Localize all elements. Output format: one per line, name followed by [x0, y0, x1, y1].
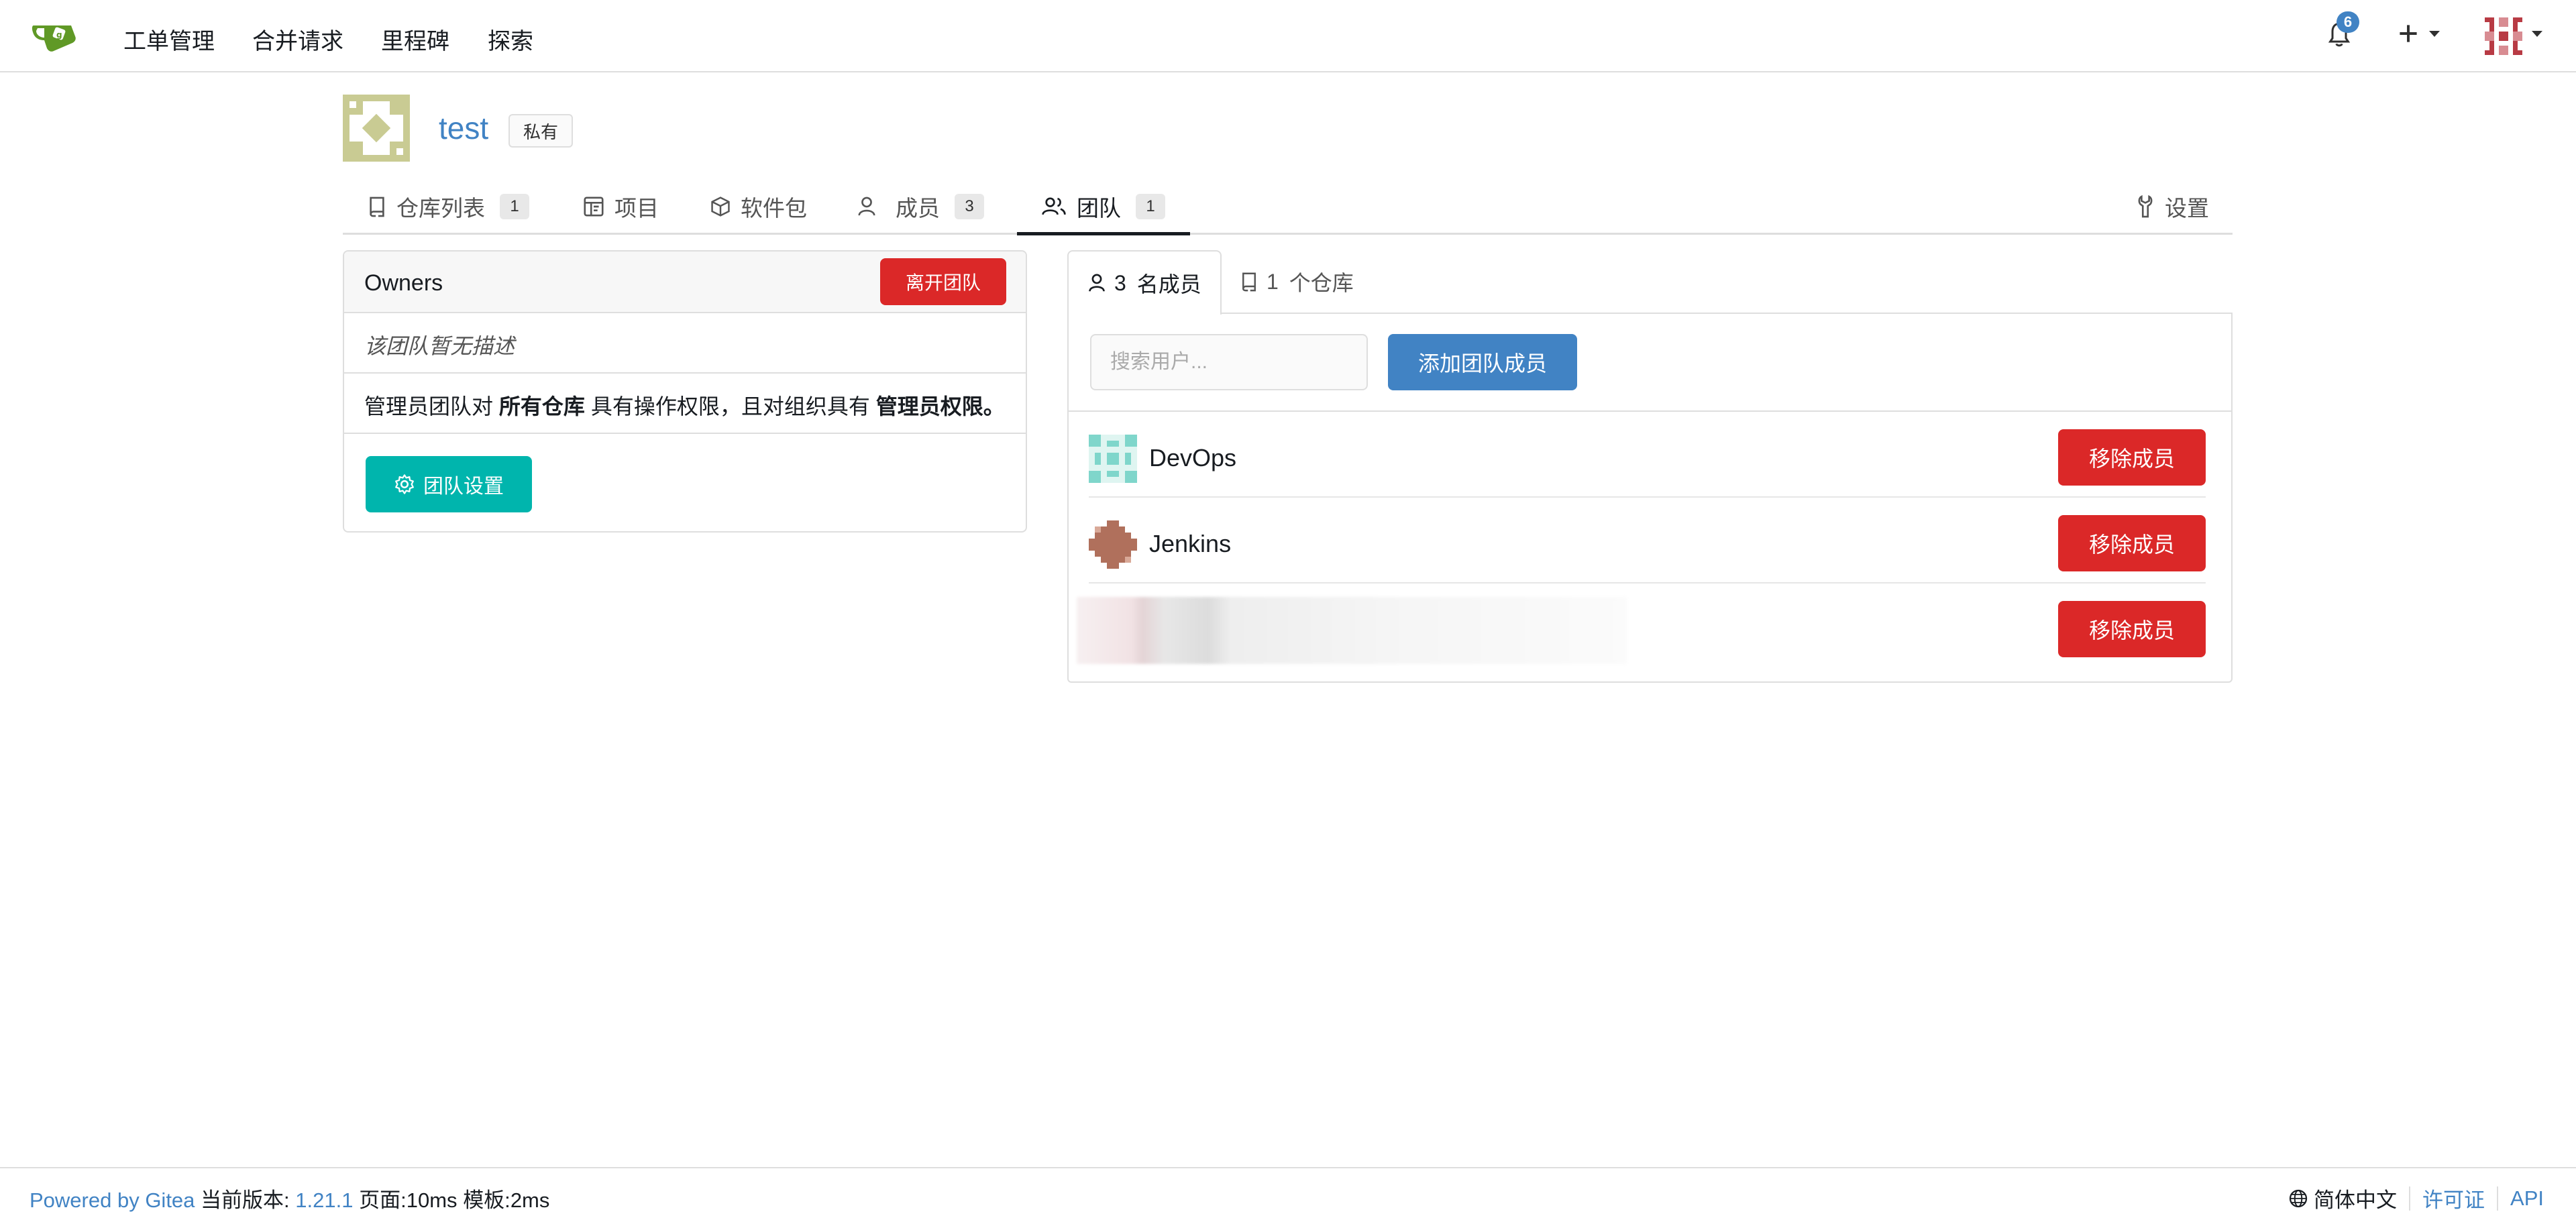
api-link[interactable]: API [2510, 1186, 2544, 1211]
template-time: 2ms [510, 1188, 550, 1212]
footer: Powered by Gitea 当前版本: 1.21.1 页面:10ms 模板… [0, 1167, 2576, 1222]
plus-icon[interactable] [2396, 21, 2420, 46]
team-name: Owners [364, 270, 443, 296]
leave-team-button[interactable]: 离开团队 [880, 258, 1006, 305]
member-row: 移除成员 [1077, 584, 2206, 669]
tab-team-members[interactable]: 3 名成员 [1067, 250, 1222, 315]
create-chevron-down-icon[interactable] [2429, 31, 2440, 37]
gear-icon [395, 474, 414, 494]
tab-label: 项目 [614, 196, 659, 221]
org-avatar [343, 95, 410, 162]
people-icon [1042, 197, 1066, 215]
perm-admin: 管理员权限。 [875, 394, 1005, 419]
team-panel-header: Owners 离开团队 [344, 252, 1026, 313]
org-name[interactable]: test [439, 110, 488, 146]
license-link[interactable]: 许可证 [2422, 1183, 2485, 1213]
tab-repositories[interactable]: 仓库列表 1 [367, 178, 529, 235]
footer-right: 简体中文 许可证 API [2288, 1183, 2544, 1213]
members-tab-label: 名成员 [1136, 272, 1201, 296]
tab-teams[interactable]: 团队 1 [1040, 178, 1165, 235]
language-selector[interactable]: 简体中文 [2314, 1183, 2397, 1213]
user-avatar[interactable] [2485, 17, 2522, 55]
team-settings-button[interactable]: 团队设置 [366, 456, 532, 512]
page-time: 10ms [406, 1188, 458, 1212]
team-description-row: 该团队暂无描述 [344, 313, 1026, 374]
team-permission-text: 管理员团队对 所有仓库 具有操作权限，且对组织具有 管理员权限。 [364, 390, 1005, 421]
member-avatar[interactable] [1089, 520, 1137, 569]
team-settings-label: 团队设置 [423, 476, 504, 498]
separator [2409, 1186, 2411, 1211]
team-info-panel: Owners 离开团队 该团队暂无描述 管理员团队对 所有仓库 具有操作权限，且… [343, 250, 1027, 533]
repo-icon [1242, 272, 1256, 292]
remove-member-button[interactable]: 移除成员 [2058, 515, 2206, 571]
tab-projects[interactable]: 项目 [582, 178, 659, 235]
active-tab-indicator [1017, 232, 1190, 235]
tab-label: 仓库列表 [396, 196, 485, 221]
tab-count-badge: 1 [500, 194, 529, 219]
tab-label: 软件包 [741, 196, 807, 221]
footer-left: Powered by Gitea 当前版本: 1.21.1 页面:10ms 模板… [30, 1183, 549, 1213]
repo-icon [370, 197, 384, 217]
version-label: 当前版本: [201, 1188, 290, 1212]
top-navbar: g 工单管理 合并请求 里程碑 探索 6 [0, 0, 2576, 72]
project-icon [584, 197, 604, 217]
repos-tab-label: 个仓库 [1289, 271, 1354, 295]
gitea-logo-icon[interactable]: g [31, 19, 79, 54]
svg-text:g: g [56, 30, 62, 40]
add-team-member-button[interactable]: 添加团队成员 [1388, 334, 1577, 390]
perm-prefix: 管理员团队对 [364, 394, 494, 419]
powered-by-link[interactable]: Powered by Gitea [30, 1188, 195, 1212]
template-time-label: 模板: [463, 1188, 511, 1212]
member-avatar[interactable] [1089, 435, 1137, 483]
tool-icon [2138, 195, 2153, 218]
separator [2497, 1186, 2499, 1211]
nav-issues[interactable]: 工单管理 [123, 23, 215, 56]
tab-label: 团队 [1077, 196, 1121, 221]
tab-team-repositories[interactable]: 1 个仓库 [1240, 250, 1354, 313]
remove-member-button[interactable]: 移除成员 [2058, 601, 2206, 657]
globe-icon [2289, 1189, 2308, 1207]
member-name[interactable]: Jenkins [1149, 530, 1231, 558]
visibility-label: 私有 [508, 114, 574, 148]
notification-count-badge: 6 [2337, 11, 2359, 33]
person-icon [1089, 274, 1105, 292]
nav-pull-requests[interactable]: 合并请求 [252, 23, 343, 56]
members-count: 3 [1114, 270, 1126, 295]
tab-members[interactable]: 成员 3 [857, 178, 984, 235]
version-link[interactable]: 1.21.1 [295, 1188, 353, 1212]
package-icon [711, 197, 730, 217]
remove-member-button[interactable]: 移除成员 [2058, 429, 2206, 486]
perm-all-repos: 所有仓库 [498, 394, 585, 419]
tab-count-badge: 1 [1136, 194, 1165, 219]
team-description: 该团队暂无描述 [364, 334, 515, 358]
member-row: DevOps 移除成员 [1089, 412, 2206, 498]
member-name[interactable]: DevOps [1149, 444, 1236, 472]
team-members-box: 添加团队成员 DevOps 移除成员 Jenkins 移除成员 移除成员 [1067, 313, 2233, 683]
page-time-label: 页面: [359, 1188, 407, 1212]
user-menu-chevron-down-icon[interactable] [2532, 31, 2542, 37]
repos-count: 1 [1267, 269, 1279, 294]
tab-count-badge: 3 [955, 194, 984, 219]
search-user-input[interactable] [1090, 334, 1368, 390]
perm-middle: 具有操作权限，且对组织具有 [590, 394, 870, 419]
redacted-member [1077, 597, 1627, 664]
tab-packages[interactable]: 软件包 [710, 178, 807, 235]
nav-milestones[interactable]: 里程碑 [381, 23, 449, 56]
member-row: Jenkins 移除成员 [1089, 498, 2206, 584]
org-tabs: 仓库列表 1 项目 软件包 成员 3 团队 1 设置 [343, 178, 2233, 235]
tab-label: 设置 [2165, 196, 2209, 221]
tab-settings[interactable]: 设置 [2135, 178, 2209, 235]
tab-label: 成员 [896, 196, 940, 221]
team-permission-row: 管理员团队对 所有仓库 具有操作权限，且对组织具有 管理员权限。 [344, 374, 1026, 434]
person-icon [858, 197, 875, 216]
nav-explore[interactable]: 探索 [488, 23, 533, 56]
